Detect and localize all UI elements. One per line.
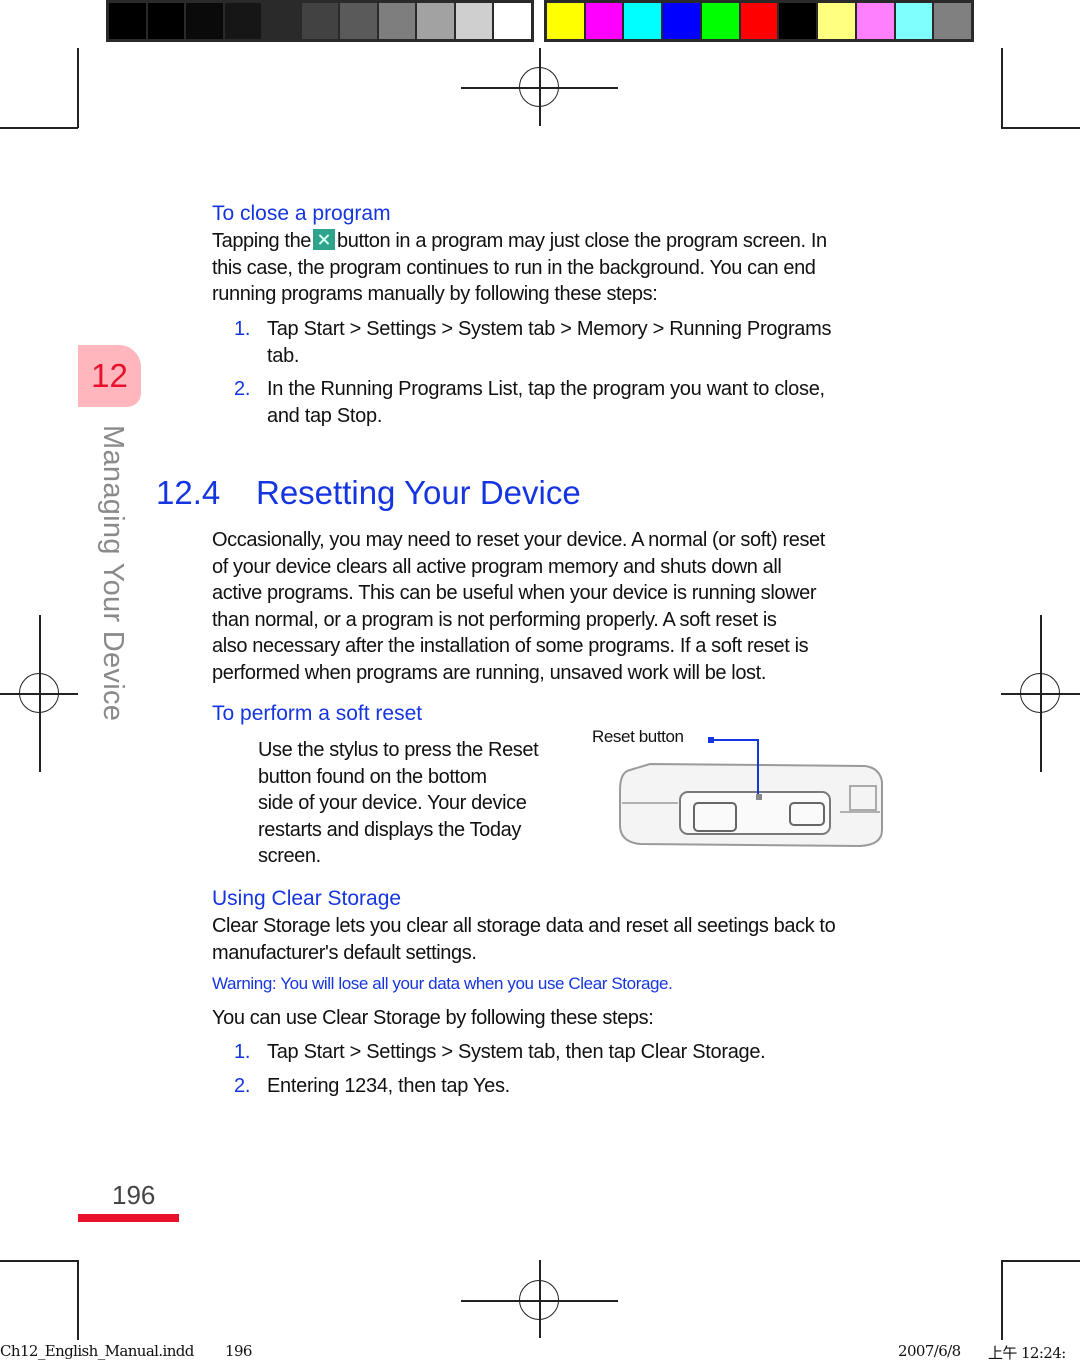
intro-text: button in a program may just close the p… — [337, 230, 827, 252]
color-swatch — [895, 3, 933, 39]
crop-mark — [1001, 1260, 1080, 1262]
instruction-line: Use the stylus to press the Reset — [258, 739, 539, 761]
clear-storage-intro: You can use Clear Storage by following t… — [212, 1007, 654, 1029]
slug-page: 196 — [225, 1342, 252, 1360]
paragraph-line: active programs. This can be useful when… — [212, 582, 817, 604]
registration-circle — [519, 67, 559, 107]
chapter-tab: 12 — [78, 345, 141, 407]
close-program-heading: To close a program — [212, 202, 391, 225]
clear-step-1: 1. Tap Start > Settings > System tab, th… — [234, 1039, 766, 1066]
color-swatch — [585, 3, 623, 39]
color-swatch — [417, 3, 454, 39]
soft-reset-heading: To perform a soft reset — [212, 702, 423, 725]
color-swatch — [263, 3, 300, 39]
paragraph-line: also necessary after the installation of… — [212, 635, 809, 657]
color-swatch — [340, 3, 377, 39]
color-swatch — [934, 3, 972, 39]
color-swatch — [856, 3, 894, 39]
crop-mark — [0, 1260, 78, 1262]
step-text: and tap Stop. — [267, 404, 383, 427]
registration-circle — [1020, 673, 1060, 713]
color-swatch — [624, 3, 662, 39]
color-swatch — [663, 3, 700, 39]
page-number: 196 — [112, 1180, 156, 1210]
slug-filename: Ch12_English_Manual.indd — [0, 1342, 194, 1360]
color-swatch — [547, 3, 584, 39]
reset-button-hole — [756, 794, 762, 800]
color-swatch — [301, 3, 339, 39]
color-swatch — [378, 3, 416, 39]
grayscale-calibration-bar — [106, 0, 534, 42]
color-calibration-bar — [544, 0, 974, 42]
callout-marker — [708, 737, 714, 743]
crop-mark — [1001, 127, 1080, 129]
paragraph-line: of your device clears all active program… — [212, 555, 782, 578]
color-swatch — [701, 3, 739, 39]
paragraph-line: performed when programs are running, uns… — [212, 661, 766, 684]
section-number: 12.4 — [156, 474, 221, 511]
clear-storage-warning: Warning: You will lose all your data whe… — [212, 974, 673, 993]
paragraph-line: Occasionally, you may need to reset your… — [212, 529, 825, 551]
soft-reset-instructions: Use the stylus to press the Reset button… — [258, 737, 568, 870]
page-number-accent-bar — [78, 1214, 179, 1222]
color-swatch — [818, 3, 855, 39]
description-line: manufacturer's default settings. — [212, 941, 477, 964]
chapter-title-vertical: Managing Your Device — [97, 425, 129, 722]
step-number: 2. — [234, 378, 251, 400]
close-x-icon — [313, 229, 336, 250]
clear-storage-heading: Using Clear Storage — [212, 887, 402, 910]
crop-mark — [77, 48, 79, 128]
instruction-line: side of your device. Your device — [258, 792, 527, 814]
registration-circle — [19, 673, 59, 713]
paragraph-line: than normal, or a program is not perform… — [212, 608, 777, 631]
section-title-text: Resetting Your Device — [256, 474, 581, 511]
step-text: tab. — [267, 344, 300, 367]
color-swatch — [740, 3, 778, 39]
instruction-line: button found on the bottom — [258, 765, 487, 788]
description-line: Clear Storage lets you clear all storage… — [212, 915, 836, 937]
color-swatch — [109, 3, 146, 39]
close-step-2: 2. In the Running Programs List, tap the… — [234, 376, 825, 429]
crop-mark — [1001, 48, 1003, 128]
crop-mark — [1001, 1260, 1003, 1340]
clear-step-2: 2. Entering 1234, then tap Yes. — [234, 1073, 510, 1100]
clear-storage-description: Clear Storage lets you clear all storage… — [212, 913, 932, 966]
step-number: 1. — [234, 1041, 251, 1063]
step-text: Tap Start > Settings > System tab > Memo… — [267, 318, 832, 340]
device-bottom-illustration — [619, 737, 883, 848]
slug-date: 2007/6/8 — [898, 1342, 961, 1360]
close-step-1: 1. Tap Start > Settings > System tab > M… — [234, 316, 832, 369]
step-text: In the Running Programs List, tap the pr… — [267, 378, 825, 400]
color-swatch — [494, 3, 532, 39]
section-title: 12.4 Resetting Your Device — [156, 474, 581, 512]
intro-text: Tapping the — [212, 230, 312, 252]
intro-text: this case, the program continues to run … — [212, 256, 816, 279]
color-swatch — [147, 3, 185, 39]
color-swatch — [224, 3, 262, 39]
crop-mark — [0, 127, 78, 129]
instruction-line: screen. — [258, 845, 321, 867]
instruction-line: restarts and displays the Today — [258, 818, 521, 841]
close-program-intro: Tapping the button in a program may just … — [212, 228, 932, 308]
step-text: Tap Start > Settings > System tab, then … — [267, 1041, 766, 1063]
registration-circle — [519, 1280, 559, 1320]
crop-mark — [77, 1260, 79, 1340]
color-swatch — [779, 3, 817, 39]
color-swatch — [455, 3, 493, 39]
intro-text: running programs manually by following t… — [212, 283, 658, 305]
step-number: 2. — [234, 1075, 251, 1097]
chapter-number: 12 — [91, 357, 128, 394]
color-swatch — [186, 3, 223, 39]
step-text: Entering 1234, then tap Yes. — [267, 1075, 510, 1097]
step-number: 1. — [234, 318, 251, 340]
slug-time: 上午 12:24: — [988, 1344, 1066, 1362]
section-paragraph: Occasionally, you may need to reset your… — [212, 527, 912, 686]
